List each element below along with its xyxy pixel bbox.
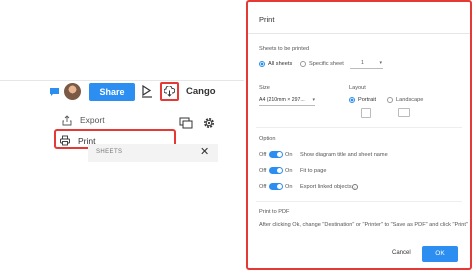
paper-size-select[interactable]: A4 (210mm × 297... ▾ xyxy=(259,97,315,106)
dialog-header-divider xyxy=(248,33,470,34)
specific-sheet-label: Specific sheet xyxy=(309,61,344,67)
option-on-label: On xyxy=(285,168,293,174)
portrait-label: Portrait xyxy=(358,97,377,103)
layout-label: Layout xyxy=(349,85,366,91)
sheets-to-print-label: Sheets to be printed xyxy=(259,46,310,52)
dialog-title: Print xyxy=(259,15,275,24)
comment-icon[interactable] xyxy=(50,88,59,96)
sheets-panel-title: SHEETS xyxy=(96,149,123,155)
option-on-label: On xyxy=(285,184,293,190)
paper-size-value: A4 (210mm × 297... xyxy=(259,97,305,103)
close-icon[interactable]: ✕ xyxy=(200,146,209,158)
landscape-page-icon xyxy=(398,108,410,117)
chevron-down-icon: ▾ xyxy=(379,60,382,66)
option-export-linked-label: Export linked objects xyxy=(300,184,352,190)
ok-button[interactable]: OK xyxy=(422,246,458,262)
export-icon xyxy=(62,115,72,126)
landscape-label: Landscape xyxy=(396,97,424,103)
all-sheets-radio[interactable] xyxy=(259,61,265,67)
specific-sheet-radio[interactable] xyxy=(300,61,306,67)
option-off-label: Off xyxy=(259,168,267,174)
option-toggle[interactable] xyxy=(269,151,283,158)
menu-item-export-label: Export xyxy=(80,115,105,125)
sheets-icon[interactable] xyxy=(179,116,193,130)
chevron-down-icon: ▾ xyxy=(312,97,315,103)
cancel-button[interactable]: Cancel xyxy=(392,250,411,256)
option-toggle[interactable] xyxy=(269,167,283,174)
option-on-label: On xyxy=(285,152,293,158)
gear-icon[interactable] xyxy=(202,116,216,130)
option-off-label: Off xyxy=(259,184,267,190)
menu-item-export[interactable]: Export xyxy=(58,113,174,128)
specific-sheet-select[interactable]: 1 ▾ xyxy=(350,60,383,69)
share-button[interactable]: Share xyxy=(89,83,135,101)
pdf-instructions: After clicking Ok, change "Destination" … xyxy=(259,222,468,228)
option-off-label: Off xyxy=(259,152,267,158)
printer-icon xyxy=(60,135,70,146)
cloud-download-icon xyxy=(164,86,175,97)
option-label: Option xyxy=(259,136,276,142)
section-divider xyxy=(256,201,462,202)
info-icon[interactable]: i xyxy=(352,184,358,190)
all-sheets-label: All sheets xyxy=(268,61,293,67)
print-dialog xyxy=(246,0,472,270)
download-button[interactable] xyxy=(160,82,179,101)
portrait-radio[interactable] xyxy=(349,97,355,103)
size-label: Size xyxy=(259,85,270,91)
print-to-pdf-label: Print to PDF xyxy=(259,209,290,215)
avatar[interactable] xyxy=(64,83,81,100)
landscape-radio[interactable] xyxy=(387,97,393,103)
option-show-title-label: Show diagram title and sheet name xyxy=(300,152,388,158)
present-icon[interactable] xyxy=(142,85,152,98)
option-toggle[interactable] xyxy=(269,183,283,190)
specific-sheet-value: 1 xyxy=(361,60,364,66)
option-fit-to-page-label: Fit to page xyxy=(300,168,327,174)
section-divider xyxy=(256,127,462,128)
portrait-page-icon xyxy=(361,108,371,118)
user-name: Cango xyxy=(186,86,216,97)
